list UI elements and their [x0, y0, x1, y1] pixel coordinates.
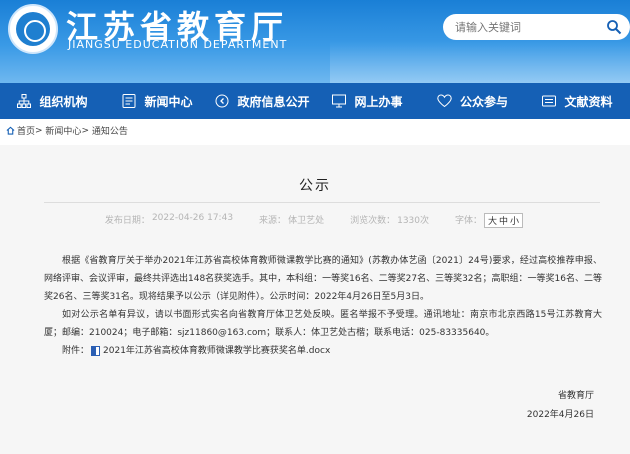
breadcrumb-news[interactable]: 新闻中心	[45, 124, 81, 137]
nav-label: 文献资料	[564, 94, 613, 109]
source-label: 来源：	[259, 216, 287, 226]
home-icon	[6, 126, 15, 135]
article-body: 根据《省教育厅关于举办2021年江苏省高校体育教师微课教学比赛的通知》(苏教办体…	[44, 252, 602, 360]
nav-label: 政府信息公开	[237, 94, 310, 109]
font-size-small[interactable]: 小	[510, 217, 519, 227]
word-document-icon	[91, 346, 101, 356]
documents-icon	[542, 95, 557, 107]
nav-item-documents[interactable]: 文献资料	[525, 83, 630, 119]
article-paragraph: 如对公示名单有异议，请以书面形式实名向省教育厅体卫艺处反映。匿名举报不予受理。通…	[44, 310, 602, 338]
search-icon[interactable]	[606, 19, 622, 35]
monitor-icon	[332, 94, 347, 108]
nav-item-info-disclosure[interactable]: 政府信息公开	[210, 83, 315, 119]
site-subtitle: JIANGSU EDUCATION DEPARTMENT	[68, 38, 288, 51]
nav-label: 组织机构	[39, 94, 88, 109]
search-input[interactable]	[455, 19, 605, 35]
views-count: 1330次	[397, 216, 429, 226]
heart-icon	[437, 94, 452, 108]
signature-date: 2022年4月26日	[526, 410, 594, 420]
nav-label: 新闻中心	[144, 94, 193, 109]
org-chart-icon	[17, 94, 32, 108]
nav-item-organization[interactable]: 组织机构	[0, 83, 105, 119]
signature-block: 省教育厅 2022年4月26日	[474, 387, 594, 425]
breadcrumb: 首页 > 新闻中心 > 通知公告	[6, 124, 128, 137]
jiangsu-education-logo-icon[interactable]	[8, 4, 58, 54]
breadcrumb-separator: >	[35, 125, 46, 136]
article-paragraph: 根据《省教育厅关于举办2021年江苏省高校体育教师微课教学比赛的通知》(苏教办体…	[44, 256, 602, 302]
attachment-label: 附件：	[62, 346, 90, 356]
nav-item-public-participation[interactable]: 公众参与	[420, 83, 525, 119]
attachment: 附件： 2021年江苏省高校体育教师微课教学比赛获奖名单.docx	[44, 342, 602, 360]
site-header: 江苏省教育厅 JIANGSU EDUCATION DEPARTMENT	[0, 0, 630, 83]
nav-label: 公众参与	[459, 94, 508, 109]
nav-item-online-services[interactable]: 网上办事	[315, 83, 420, 119]
nav-label: 网上办事	[354, 94, 403, 109]
search-box	[443, 14, 630, 40]
breadcrumb-home[interactable]: 首页	[17, 124, 35, 137]
source: 体卫艺处	[288, 216, 325, 226]
font-size-large[interactable]: 大	[488, 217, 497, 227]
info-disclosure-icon	[215, 94, 229, 108]
article-meta: 发布日期： 2022-04-26 17:43 来源： 体卫艺处 浏览次数： 13…	[0, 213, 630, 228]
title-divider	[44, 202, 600, 203]
page-title: 公示	[299, 178, 331, 194]
attachment-link[interactable]: 2021年江苏省高校体育教师微课教学比赛获奖名单.docx	[103, 342, 330, 360]
font-size-label: 字体：	[455, 216, 483, 226]
signature: 省教育厅	[557, 391, 594, 401]
nav-item-news[interactable]: 新闻中心	[105, 83, 210, 119]
publish-date: 2022-04-26 17:43	[151, 213, 234, 223]
breadcrumb-separator: >	[81, 125, 92, 136]
breadcrumb-current[interactable]: 通知公告	[92, 124, 128, 137]
news-icon	[122, 94, 136, 108]
main-nav: 组织机构 新闻中心 政府信息公开 网上办事 公众参与 文献资料	[0, 83, 630, 119]
publish-date-label: 发布日期：	[104, 216, 150, 226]
views-label: 浏览次数：	[350, 216, 396, 226]
font-size-medium[interactable]: 中	[499, 217, 508, 227]
header-background-decoration	[330, 40, 630, 83]
font-size-selector: 大中小	[484, 213, 524, 228]
